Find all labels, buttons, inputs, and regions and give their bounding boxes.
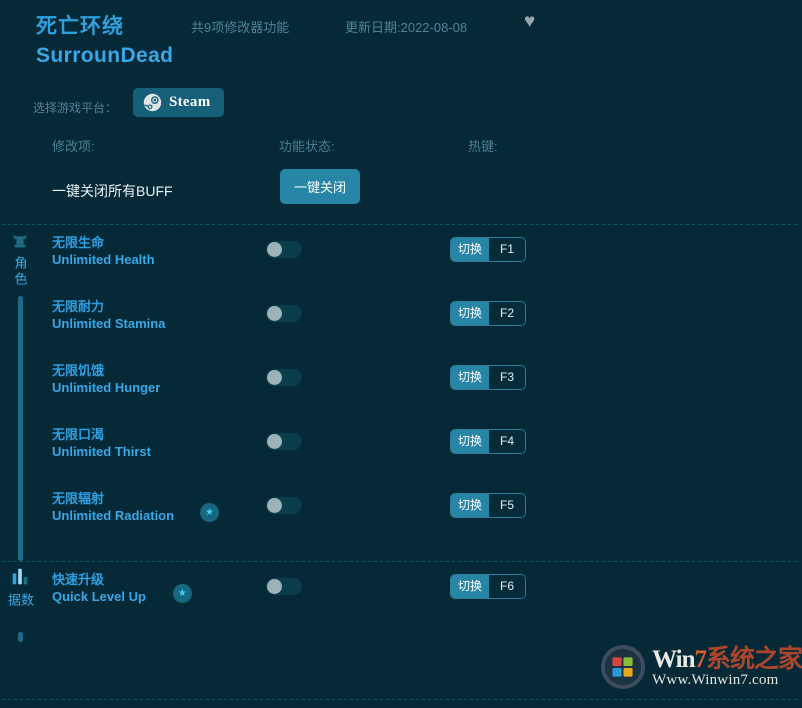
hotkey-badge[interactable]: 切换F3 [450,365,526,390]
cheat-name-en: Unlimited Hunger [52,379,160,396]
hotkey-badge[interactable]: 切换F6 [450,574,526,599]
platform-name: Steam [169,94,211,111]
cheat-name-cn: 无限饥饿 [52,362,160,379]
heart-icon[interactable]: ♥ [524,12,535,31]
toggle-knob [267,306,282,321]
disable-all-buffs-button[interactable]: 一键关闭 [280,169,360,204]
cheat-name-cn: 无限生命 [52,234,155,251]
toggle-knob [267,434,282,449]
cheat-section: 角色无限生命Unlimited Health切换F1无限耐力Unlimited … [0,225,802,561]
cheat-name-en: Unlimited Radiation [52,507,174,524]
hotkey-action-label: 切换 [451,494,489,517]
cheat-trainer-window: 死亡环绕 SurrounDead 共9项修改器功能 更新日期:2022-08-0… [0,0,802,708]
section-accent-bar [18,296,23,561]
cheat-toggle[interactable] [266,369,302,386]
cheat-toggle[interactable] [266,497,302,514]
premium-star-icon: ★ [173,584,192,603]
cheat-toggle[interactable] [266,241,302,258]
hotkey-key-label: F1 [489,238,525,261]
cheat-labels: 快速升级Quick Level Up [52,571,146,605]
toggle-knob [267,370,282,385]
cheat-labels: 无限生命Unlimited Health [52,234,155,268]
watermark-url: Www.Winwin7.com [652,673,802,688]
cheat-name-en: Unlimited Stamina [52,315,165,332]
section-name: 数据 [7,593,33,624]
hotkey-badge[interactable]: 切换F5 [450,493,526,518]
column-header-modifier: 修改项: [52,136,95,155]
cheat-name-en: Quick Level Up [52,588,146,605]
cheat-labels: 无限耐力Unlimited Stamina [52,298,165,332]
hotkey-action-label: 切换 [451,238,489,261]
cheat-name-cn: 无限口渴 [52,426,151,443]
cheat-toggle[interactable] [266,578,302,595]
hotkey-badge[interactable]: 切换F2 [450,301,526,326]
column-header-status: 功能状态: [279,136,335,155]
header: 死亡环绕 SurrounDead 共9项修改器功能 更新日期:2022-08-0… [0,0,802,88]
windows-logo-icon [600,644,646,690]
section-sidebar: 数据 [0,562,40,642]
cheat-toggle[interactable] [266,433,302,450]
cheat-name-cn: 快速升级 [52,571,146,588]
platform-selector-row: 选择游戏平台： Steam [0,88,802,136]
cheat-name-en: Unlimited Thirst [52,443,151,460]
column-header-hotkey: 热键: [468,136,498,155]
hotkey-key-label: F5 [489,494,525,517]
cheat-row: 无限生命Unlimited Health 切换F1 [40,225,802,289]
column-headers: 修改项: 功能状态: 热键: [0,136,802,169]
cheat-labels: 无限辐射Unlimited Radiation [52,490,174,524]
hotkey-key-label: F2 [489,302,525,325]
hotkey-action-label: 切换 [451,366,489,389]
cheat-row: 无限耐力Unlimited Stamina 切换F2 [40,289,802,353]
hotkey-action-label: 切换 [451,302,489,325]
watermark-brand-seven: 7 [694,646,706,673]
hotkey-badge[interactable]: 切换F1 [450,237,526,262]
hotkey-action-label: 切换 [451,430,489,453]
feature-count-label: 共9项修改器功能 [191,17,289,36]
hotkey-key-label: F4 [489,430,525,453]
cheat-labels: 无限饥饿Unlimited Hunger [52,362,160,396]
cheat-row: 无限辐射Unlimited Radiation ★ 切换F5 [40,481,802,545]
update-date-label: 更新日期:2022-08-08 [345,17,467,36]
disable-all-buffs-label: 一键关闭所有BUFF [52,181,173,201]
hotkey-action-label: 切换 [451,575,489,598]
cheat-row: 快速升级Quick Level Up ★ 切换F6 [40,562,802,626]
cheat-row: 无限口渴Unlimited Thirst 切换F4 [40,417,802,481]
hotkey-badge[interactable]: 切换F4 [450,429,526,454]
platform-label: 选择游戏平台： [33,99,117,116]
game-title-en: SurrounDead [36,44,173,68]
toggle-knob [267,579,282,594]
watermark: Win7系统之家 Www.Winwin7.com [600,644,802,690]
disable-all-buffs-row: 一键关闭所有BUFF 一键关闭 [0,169,802,224]
toggle-knob [267,242,282,257]
section-accent-bar [18,632,23,642]
hotkey-key-label: F6 [489,575,525,598]
cheat-name-cn: 无限耐力 [52,298,165,315]
toggle-knob [267,498,282,513]
section-rows: 快速升级Quick Level Up ★ 切换F6 [40,562,802,626]
steam-icon [143,93,162,112]
watermark-brand-win: Win [652,646,694,673]
cheat-section: 数据快速升级Quick Level Up★切换F6 [0,562,802,642]
cheat-name-en: Unlimited Health [52,251,155,268]
cheat-name-cn: 无限辐射 [52,490,174,507]
platform-button-steam[interactable]: Steam [133,88,224,117]
cheat-sections: 角色无限生命Unlimited Health切换F1无限耐力Unlimited … [0,224,802,642]
section-rows: 无限生命Unlimited Health切换F1无限耐力Unlimited St… [40,225,802,545]
game-title-cn: 死亡环绕 [36,10,124,40]
cheat-row: 无限饥饿Unlimited Hunger 切换F3 [40,353,802,417]
bottom-divider [2,699,800,700]
data-chart-icon [9,566,31,588]
hotkey-key-label: F3 [489,366,525,389]
section-sidebar: 角色 [0,225,40,561]
character-icon [9,229,31,251]
watermark-brand-cn: 系统之家 [706,646,802,673]
section-name: 角色 [14,256,27,288]
premium-star-icon: ★ [200,503,219,522]
cheat-toggle[interactable] [266,305,302,322]
cheat-labels: 无限口渴Unlimited Thirst [52,426,151,460]
